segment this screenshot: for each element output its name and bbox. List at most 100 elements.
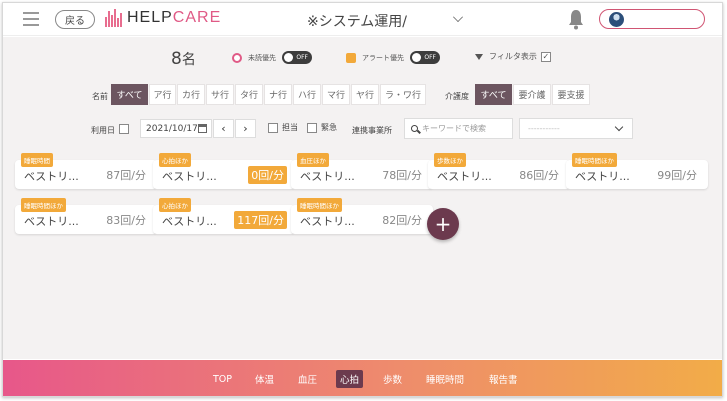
alert-priority-label: アラート優先 bbox=[362, 53, 404, 62]
name-filter-a[interactable]: ア行 bbox=[149, 84, 176, 105]
name-filter-na[interactable]: ナ行 bbox=[264, 84, 292, 105]
next-date-button[interactable]: › bbox=[235, 119, 256, 138]
card-name: ベストリ... bbox=[437, 170, 492, 183]
unread-priority-label: 未読優先 bbox=[248, 53, 276, 62]
app-header: 戻る HELPCARE ※システム運用/ bbox=[3, 3, 722, 36]
usage-date-label: 利用日 bbox=[91, 126, 115, 135]
card-tag: 血圧ほか bbox=[297, 153, 329, 167]
resident-count: 8名 bbox=[171, 49, 196, 69]
urgent-filter[interactable]: 緊急 bbox=[307, 122, 337, 133]
office-label: 連携事業所 bbox=[352, 126, 392, 135]
card-value: 82回/分 bbox=[382, 214, 422, 227]
card-value: 0回/分 bbox=[248, 166, 287, 184]
card-name: ベストリ... bbox=[575, 170, 630, 183]
urgent-label: 緊急 bbox=[321, 123, 337, 132]
card-value: 87回/分 bbox=[106, 169, 146, 182]
logo-text: HELPCARE bbox=[127, 9, 222, 26]
prev-date-button[interactable]: ‹ bbox=[213, 119, 234, 138]
date-input[interactable]: 2021/10/17 bbox=[140, 119, 212, 138]
avatar bbox=[609, 12, 624, 27]
alert-square-icon bbox=[346, 52, 356, 63]
chevron-down-icon[interactable] bbox=[453, 12, 463, 22]
user-account-button[interactable] bbox=[599, 9, 705, 29]
assigned-checkbox[interactable] bbox=[268, 122, 278, 133]
resident-card[interactable]: 睡眠時間 ベストリ... 87回/分 bbox=[15, 153, 157, 189]
name-filter-ta[interactable]: タ行 bbox=[235, 84, 263, 105]
bell-icon[interactable] bbox=[567, 8, 585, 30]
filter-display-label: フィルタ表示 bbox=[489, 52, 537, 61]
logo-mark-icon bbox=[105, 9, 122, 27]
name-filter-segment: すべて ア行 カ行 サ行 タ行 ナ行 ハ行 マ行 ヤ行 ラ・ワ行 bbox=[111, 84, 427, 105]
card-tag: 睡眠時間ほか bbox=[21, 198, 66, 212]
footer-nav-top[interactable]: TOP bbox=[209, 370, 236, 388]
chevron-down-icon bbox=[614, 122, 624, 132]
card-name: ベストリ... bbox=[24, 170, 79, 183]
page-title: ※システム運用/ bbox=[307, 14, 408, 30]
card-name: ベストリ... bbox=[162, 170, 217, 183]
name-filter-sa[interactable]: サ行 bbox=[206, 84, 234, 105]
office-select[interactable]: ----------- bbox=[519, 118, 633, 139]
unread-priority-toggle[interactable]: OFF bbox=[282, 51, 312, 64]
helpcare-logo: HELPCARE bbox=[105, 9, 221, 27]
alert-priority-toggle[interactable]: OFF bbox=[410, 51, 440, 64]
back-button[interactable]: 戻る bbox=[55, 10, 95, 29]
footer-nav-heart-rate[interactable]: 心拍 bbox=[336, 370, 364, 388]
filter-display-toggle[interactable]: フィルタ表示 ✓ bbox=[475, 51, 551, 62]
resident-card[interactable]: 血圧ほか ベストリ... 78回/分 bbox=[291, 153, 433, 189]
footer-nav-temperature[interactable]: 体温 bbox=[251, 370, 278, 388]
unread-priority-group: 未読優先 OFF bbox=[232, 51, 312, 64]
footer-nav-blood-pressure[interactable]: 血圧 bbox=[294, 370, 321, 388]
care-level-all[interactable]: すべて bbox=[475, 84, 512, 105]
card-value: 83回/分 bbox=[106, 214, 146, 227]
resident-card[interactable]: 睡眠時間ほか ベストリ... 83回/分 bbox=[15, 198, 157, 234]
card-value: 86回/分 bbox=[519, 169, 559, 182]
main-content: 8名 未読優先 OFF アラート優先 OFF フィルタ表示 ✓ 名前 すべて ア… bbox=[3, 37, 722, 359]
name-filter-ra-wa[interactable]: ラ・ワ行 bbox=[380, 84, 426, 105]
card-tag: 心拍ほか bbox=[159, 198, 191, 212]
urgent-checkbox[interactable] bbox=[307, 122, 317, 133]
footer-nav-steps[interactable]: 歩数 bbox=[379, 370, 406, 388]
card-name: ベストリ... bbox=[300, 215, 355, 228]
resident-card[interactable]: 心拍ほか ベストリ... 0回/分 bbox=[153, 153, 295, 189]
resident-card[interactable]: 心拍ほか ベストリ... 117回/分 bbox=[153, 198, 295, 234]
usage-date-checkbox[interactable] bbox=[119, 124, 129, 134]
card-tag: 心拍ほか bbox=[159, 153, 191, 167]
footer-nav-report[interactable]: 報告書 bbox=[485, 370, 522, 388]
care-level-support[interactable]: 要支援 bbox=[552, 84, 590, 105]
resident-card[interactable]: 睡眠時間ほか ベストリ... 82回/分 bbox=[291, 198, 433, 234]
card-tag: 睡眠時間ほか bbox=[297, 198, 342, 212]
app-window: 戻る HELPCARE ※システム運用/ 8名 未読優先 OFF アラート優先 … bbox=[2, 2, 723, 397]
name-filter-ka[interactable]: カ行 bbox=[177, 84, 205, 105]
card-value: 99回/分 bbox=[657, 169, 697, 182]
name-filter-label: 名前 bbox=[92, 92, 108, 101]
card-tag: 歩数ほか bbox=[434, 153, 466, 167]
assigned-label: 担当 bbox=[282, 123, 298, 132]
resident-card[interactable]: 歩数ほか ベストリ... 86回/分 bbox=[428, 153, 570, 189]
add-resident-button[interactable]: + bbox=[427, 208, 459, 240]
unread-dot-icon bbox=[232, 52, 242, 63]
filter-display-checkbox[interactable]: ✓ bbox=[540, 51, 551, 62]
assigned-filter[interactable]: 担当 bbox=[268, 122, 298, 133]
card-name: ベストリ... bbox=[24, 215, 79, 228]
care-level-label: 介護度 bbox=[445, 92, 469, 101]
card-tag: 睡眠時間ほか bbox=[572, 153, 617, 167]
hamburger-menu-icon[interactable] bbox=[23, 12, 39, 26]
name-filter-ya[interactable]: ヤ行 bbox=[351, 84, 379, 105]
calendar-icon bbox=[198, 124, 207, 133]
care-level-segment: すべて 要介護 要支援 bbox=[475, 84, 591, 105]
name-filter-ha[interactable]: ハ行 bbox=[293, 84, 321, 105]
filter-icon bbox=[475, 53, 483, 60]
footer-nav-bar: TOP 体温 血圧 心拍 歩数 睡眠時間 報告書 bbox=[3, 360, 722, 396]
resident-card[interactable]: 睡眠時間ほか ベストリ... 99回/分 bbox=[566, 153, 708, 189]
keyword-search-input[interactable]: キーワードで検索 bbox=[404, 118, 513, 139]
name-filter-all[interactable]: すべて bbox=[111, 84, 148, 105]
care-level-nursing[interactable]: 要介護 bbox=[513, 84, 551, 105]
footer-nav-sleep[interactable]: 睡眠時間 bbox=[422, 370, 468, 388]
search-icon bbox=[411, 125, 418, 132]
alert-priority-group: アラート優先 OFF bbox=[346, 51, 440, 64]
name-filter-ma[interactable]: マ行 bbox=[322, 84, 350, 105]
card-value: 117回/分 bbox=[234, 211, 287, 229]
card-name: ベストリ... bbox=[300, 170, 355, 183]
card-tag: 睡眠時間 bbox=[21, 153, 53, 167]
footer-nav: TOP 体温 血圧 心拍 歩数 睡眠時間 報告書 bbox=[3, 360, 722, 396]
